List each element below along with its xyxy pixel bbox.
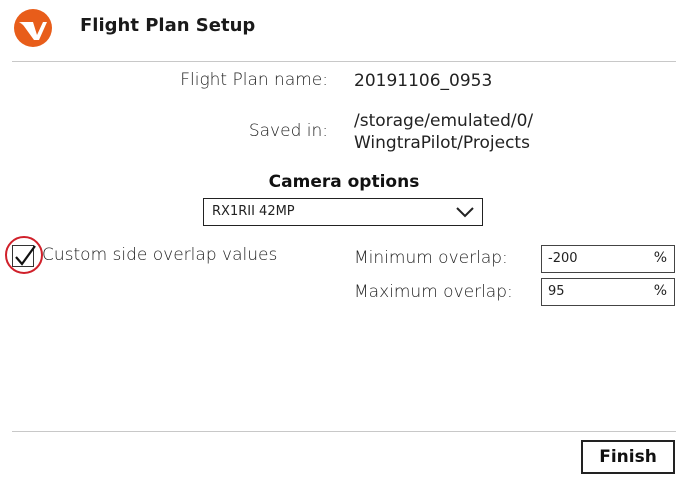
flight-plan-name-value: 20191106_0953 xyxy=(354,71,493,91)
saved-in-label: Saved in: xyxy=(248,121,328,141)
camera-select[interactable]: RX1RII 42MP xyxy=(203,198,483,226)
saved-in-path-line1: /storage/emulated/0/ xyxy=(354,111,534,131)
minimum-overlap-value: -200 xyxy=(548,251,578,266)
minimum-overlap-unit: % xyxy=(653,250,667,266)
dialog-title: Flight Plan Setup xyxy=(80,15,256,36)
footer-divider xyxy=(12,431,676,432)
checkmark-icon xyxy=(15,245,36,266)
maximum-overlap-value: 95 xyxy=(548,284,565,299)
flight-plan-name-label: Flight Plan name: xyxy=(180,70,328,90)
custom-overlap-label[interactable]: Custom side overlap values xyxy=(42,245,277,265)
camera-select-value: RX1RII 42MP xyxy=(212,204,295,219)
chevron-down-icon xyxy=(456,207,474,218)
saved-in-path-line2: WingtraPilot/Projects xyxy=(354,133,530,153)
maximum-overlap-input[interactable]: 95 % xyxy=(541,278,675,306)
maximum-overlap-unit: % xyxy=(653,283,667,299)
flight-plan-setup-dialog: Flight Plan Setup Flight Plan name: 2019… xyxy=(0,0,688,480)
wingtra-logo-icon xyxy=(14,9,52,47)
camera-options-heading: Camera options xyxy=(268,172,420,192)
minimum-overlap-input[interactable]: -200 % xyxy=(541,245,675,273)
maximum-overlap-label: Maximum overlap: xyxy=(354,282,513,302)
finish-button[interactable]: Finish xyxy=(581,440,675,474)
minimum-overlap-label: Minimum overlap: xyxy=(354,248,508,268)
header-divider xyxy=(12,61,676,62)
